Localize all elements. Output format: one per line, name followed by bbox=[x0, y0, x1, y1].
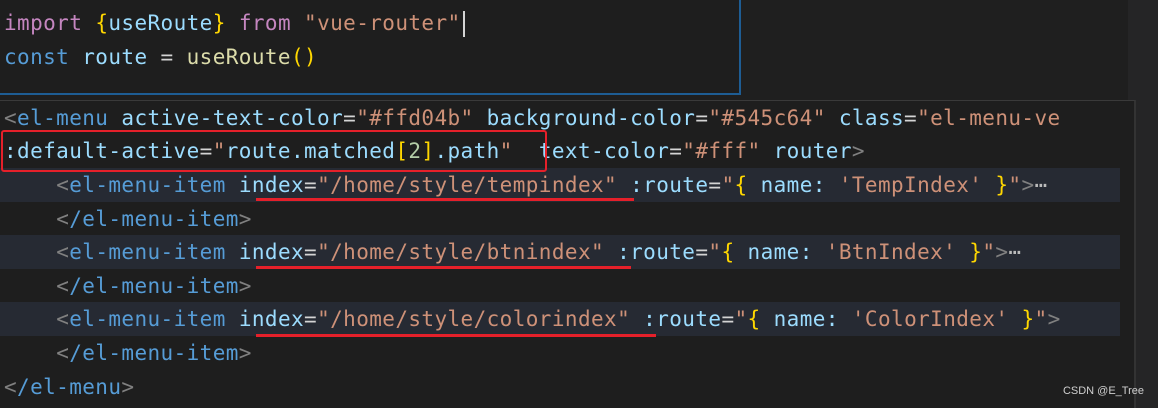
quote: " bbox=[982, 240, 996, 264]
variable-route: route bbox=[82, 45, 148, 69]
tag-bracket: < bbox=[4, 106, 18, 130]
brace-close: } bbox=[212, 11, 226, 35]
tag-name: el-menu-item bbox=[69, 240, 226, 264]
attr-text-color: text-color bbox=[538, 139, 670, 163]
key-name: name: bbox=[760, 173, 826, 197]
tag-name: el-menu bbox=[17, 106, 109, 130]
tag-name: el-menu-item bbox=[69, 173, 226, 197]
tag-bracket: < bbox=[56, 173, 70, 197]
underline-index-colorindex bbox=[256, 334, 656, 337]
attr-background-color: background-color bbox=[486, 106, 696, 130]
tag-bracket: > bbox=[1021, 173, 1035, 197]
key-name: name: bbox=[747, 240, 813, 264]
equals-sign: = bbox=[160, 45, 174, 69]
equals-sign: = bbox=[304, 173, 318, 197]
code-line-close-item[interactable]: </el-menu-item> bbox=[4, 336, 252, 370]
tag-name: el-menu-item bbox=[69, 307, 226, 331]
text-cursor bbox=[462, 11, 465, 37]
tag-bracket: < bbox=[56, 274, 70, 298]
brace-close: } bbox=[995, 173, 1009, 197]
underline-index-tempindex bbox=[256, 198, 634, 201]
key-name: name: bbox=[773, 307, 839, 331]
keyword-from: from bbox=[238, 11, 291, 35]
tag-bracket: > bbox=[1047, 307, 1061, 331]
attr-value: "el-menu-ve bbox=[917, 106, 1061, 130]
route-name-value: 'TempIndex' bbox=[838, 173, 983, 197]
tag-bracket: > bbox=[238, 207, 252, 231]
tag-bracket: < bbox=[56, 207, 70, 231]
tag-bracket: > bbox=[995, 240, 1009, 264]
quote: " bbox=[1034, 307, 1048, 331]
equals-sign: = bbox=[304, 307, 318, 331]
code-line-close-item[interactable]: </el-menu-item> bbox=[4, 269, 252, 303]
tag-name: /el-menu bbox=[17, 375, 122, 399]
attr-index: index bbox=[238, 240, 305, 264]
attr-router: router bbox=[773, 139, 852, 163]
equals-sign: = bbox=[695, 106, 709, 130]
code-line-close-menu[interactable]: </el-menu> bbox=[4, 370, 134, 404]
quote: " bbox=[734, 307, 748, 331]
underline-index-btnindex bbox=[256, 266, 631, 269]
keyword-const: const bbox=[4, 45, 70, 69]
quote: " bbox=[1008, 173, 1022, 197]
attr-route: :route bbox=[617, 240, 696, 264]
keyword-import: import bbox=[4, 11, 83, 35]
module-string: "vue-router" bbox=[304, 11, 461, 35]
quote: " bbox=[708, 240, 722, 264]
tag-bracket: < bbox=[56, 307, 70, 331]
equals-sign: = bbox=[904, 106, 918, 130]
fold-ellipsis-icon[interactable]: ⋯ bbox=[1008, 240, 1021, 264]
attr-value: "#ffd04b" bbox=[356, 106, 474, 130]
route-name-value: 'BtnIndex' bbox=[825, 240, 957, 264]
code-line-menu-item[interactable]: <el-menu-item index="/home/style/colorin… bbox=[0, 302, 1120, 336]
tag-name: /el-menu-item bbox=[69, 207, 239, 231]
index-value: "/home/style/btnindex" bbox=[317, 240, 605, 264]
attr-index: index bbox=[238, 173, 305, 197]
brace-close: } bbox=[969, 240, 983, 264]
brace-open: { bbox=[95, 11, 109, 35]
tag-bracket: > bbox=[238, 341, 252, 365]
code-line-close-item[interactable]: </el-menu-item> bbox=[4, 202, 252, 236]
attr-active-text-color: active-text-color bbox=[121, 106, 344, 130]
code-line-menu-item[interactable]: <el-menu-item index="/home/style/tempind… bbox=[0, 168, 1120, 202]
equals-sign: = bbox=[708, 173, 722, 197]
function-call: useRoute bbox=[186, 45, 291, 69]
attr-index: index bbox=[238, 307, 305, 331]
tag-bracket: < bbox=[56, 240, 70, 264]
attr-class: class bbox=[838, 106, 905, 130]
brace-open: { bbox=[747, 307, 761, 331]
equals-sign: = bbox=[695, 240, 709, 264]
brace-open: { bbox=[734, 173, 748, 197]
index-value: "/home/style/tempindex" bbox=[317, 173, 618, 197]
import-name: useRoute bbox=[108, 11, 213, 35]
highlight-box-default-active bbox=[1, 130, 547, 172]
brace-open: { bbox=[721, 240, 735, 264]
equals-sign: = bbox=[669, 139, 683, 163]
code-line-menu-item[interactable]: <el-menu-item index="/home/style/btninde… bbox=[0, 235, 1120, 269]
attr-route: :route bbox=[643, 307, 722, 331]
tag-name: /el-menu-item bbox=[69, 341, 239, 365]
equals-sign: = bbox=[304, 240, 318, 264]
call-parens: () bbox=[290, 45, 318, 69]
route-name-value: 'ColorIndex' bbox=[851, 307, 1009, 331]
index-value: "/home/style/colorindex" bbox=[317, 307, 631, 331]
tag-name: /el-menu-item bbox=[69, 274, 239, 298]
tag-bracket: < bbox=[4, 375, 18, 399]
quote: " bbox=[721, 173, 735, 197]
attr-route: :route bbox=[630, 173, 709, 197]
tag-bracket: > bbox=[121, 375, 135, 399]
attr-value: "#545c64" bbox=[708, 106, 826, 130]
top-editor-pane[interactable]: import {useRoute} from "vue-router" cons… bbox=[0, 0, 741, 95]
code-line-const[interactable]: const route = useRoute() bbox=[4, 40, 317, 74]
attr-value: "#fff" bbox=[682, 139, 761, 163]
equals-sign: = bbox=[721, 307, 735, 331]
tag-bracket: > bbox=[238, 274, 252, 298]
fold-ellipsis-icon[interactable]: ⋯ bbox=[1035, 173, 1048, 197]
tag-bracket: < bbox=[56, 341, 70, 365]
equals-sign: = bbox=[343, 106, 357, 130]
tag-bracket: > bbox=[851, 139, 865, 163]
watermark: CSDN @E_Tree bbox=[1062, 385, 1144, 397]
brace-close: } bbox=[1021, 307, 1035, 331]
code-line-import[interactable]: import {useRoute} from "vue-router" bbox=[4, 6, 465, 40]
